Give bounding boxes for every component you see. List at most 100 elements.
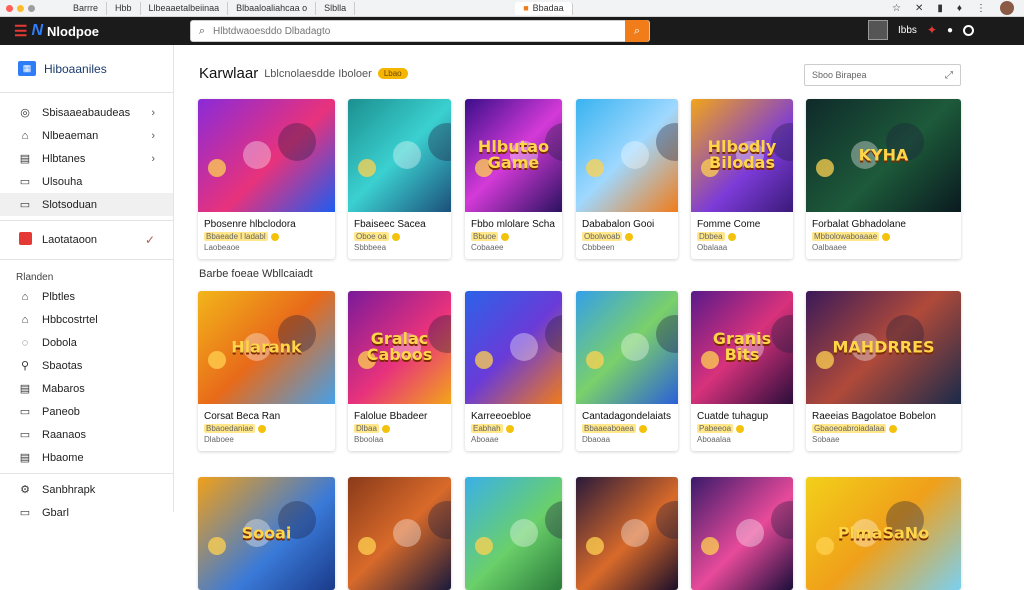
game-card[interactable]: Hlarank Corsat Beca Ran Bbaoedaniae Dlaboee — [198, 291, 335, 451]
search-input[interactable] — [213, 25, 625, 37]
game-card[interactable]: Hlbodly Bilodas Fomme Come Dbbea Obalaaa — [691, 99, 793, 259]
game-card[interactable]: KYHA Forbalat Gbhadolane Mbbolowaboaaae Oal… — [806, 99, 961, 259]
game-thumbnail[interactable]: Hlarank — [198, 291, 335, 404]
sidebar-item[interactable]: ▤ Hbaome — [0, 446, 173, 469]
sidebar-item[interactable]: ▤ Hlbtanes › — [0, 147, 173, 170]
game-card[interactable] — [576, 477, 678, 590]
game-thumbnail[interactable] — [576, 291, 678, 404]
game-card[interactable]: Fbaiseec Sacea Oboe oa Sbbbeea — [348, 99, 451, 259]
menu-icon[interactable]: ⋮ — [976, 3, 986, 14]
game-card[interactable]: Cantadagondelaiats Bbaaeaboaea Dbaoaa — [576, 291, 678, 451]
game-title[interactable]: Cantadagondelaiats — [576, 404, 678, 423]
game-card[interactable] — [691, 477, 793, 590]
tools-icon[interactable]: ▮ — [937, 3, 943, 14]
brand-logo[interactable]: ☰ N Nlodpoe — [14, 22, 99, 40]
game-card[interactable]: Karreeoebloe Eabhah Aboaae — [465, 291, 562, 451]
sidebar-item[interactable]: ⌂ Hbbcostrtel — [0, 308, 173, 331]
content-search[interactable]: Sboo Birapea ⤢ — [804, 64, 961, 86]
game-thumbnail[interactable] — [465, 291, 562, 404]
game-card[interactable] — [348, 477, 451, 590]
browser-tab[interactable]: Blbaaloaliahcaa o — [228, 1, 317, 15]
game-title[interactable]: Fomme Come — [691, 212, 793, 231]
search-button[interactable]: ⌕ — [625, 20, 649, 42]
game-card[interactable]: Pbosenre hlbclodora Bbaeade l ladabl Laobe… — [198, 99, 335, 259]
divider — [0, 220, 173, 221]
game-card[interactable] — [465, 477, 562, 590]
game-card[interactable]: Dababalon Gooi Obolwoab Cbbbeen — [576, 99, 678, 259]
game-card[interactable]: Granis Bits Cuatde tuhagup Pabeeoa Aboaalaa — [691, 291, 793, 451]
sidebar-item[interactable]: ◎ Sbisaaeabaudeas › — [0, 101, 173, 124]
game-thumbnail[interactable] — [465, 477, 562, 590]
sidebar-item-label: Raanaos — [42, 428, 87, 441]
game-thumbnail[interactable]: KYHA — [806, 99, 961, 212]
game-meta: Obolwoab — [576, 231, 678, 242]
expand-icon[interactable]: ⤢ — [945, 70, 953, 81]
reload-icon[interactable] — [28, 4, 35, 12]
checkmark-icon: ✓ — [144, 233, 155, 247]
game-card[interactable]: Gralac Caboos Falolue Bbadeer Dlbaa Bboolaa — [348, 291, 451, 451]
game-title[interactable]: Pbosenre hlbclodora — [198, 212, 335, 231]
game-thumbnail[interactable] — [348, 99, 451, 212]
sidebar-item[interactable]: ⌂ Nlbeaeman › — [0, 124, 173, 147]
content-search-input[interactable]: Sboo Birapea — [812, 70, 867, 80]
game-title[interactable]: Fbaiseec Sacea — [348, 212, 451, 231]
browser-tab[interactable]: Barrre — [65, 1, 108, 15]
game-meta: Dbbea — [691, 231, 793, 242]
account-icon[interactable] — [963, 24, 974, 36]
game-title[interactable]: Cuatde tuhagup — [691, 404, 793, 423]
game-thumbnail[interactable]: Sooai — [198, 477, 335, 590]
game-thumbnail[interactable] — [576, 99, 678, 212]
game-thumbnail[interactable] — [198, 99, 335, 212]
game-thumbnail[interactable] — [348, 477, 451, 590]
browser-tab[interactable]: Slblla — [316, 1, 356, 15]
sidebar-item[interactable]: ▭ Raanaos — [0, 423, 173, 446]
extension-icon[interactable]: ✕ — [915, 3, 923, 14]
lock-icon[interactable]: ● — [947, 25, 953, 36]
game-card[interactable]: PlmaSaNo — [806, 477, 961, 590]
sidebar-item[interactable]: ⌂ Plbtles — [0, 285, 173, 308]
bookmark-icon[interactable]: ☆ — [892, 3, 901, 14]
sidebar-item[interactable]: ▭ Gbarl — [0, 501, 173, 524]
close-window-icon[interactable] — [6, 4, 13, 12]
game-thumbnail[interactable]: Gralac Caboos — [348, 291, 451, 404]
sidebar-item[interactable]: ⚙ Sanbhrapk — [0, 478, 173, 501]
game-title[interactable]: Fbbo mlolare Scha — [465, 212, 562, 231]
game-provider: Bbaoedaniae — [204, 424, 256, 433]
game-title[interactable]: Forbalat Gbhadolane — [806, 212, 961, 231]
game-card[interactable]: Hlbutao Game Fbbo mlolare Scha Bbuoe Cobaae… — [465, 99, 562, 259]
game-thumbnail[interactable]: PlmaSaNo — [806, 477, 961, 590]
sidebar-item-selected[interactable]: ▭ Slotsoduan — [0, 193, 173, 216]
browser-tab[interactable]: Llbeaaetalbeiinaa — [141, 1, 229, 15]
browser-tab-active[interactable]: ■ Bbadaa — [515, 1, 573, 15]
game-art-title: Sooai — [241, 523, 292, 543]
game-thumbnail[interactable] — [691, 477, 793, 590]
sidebar-home[interactable]: ▦ Hiboaaniles — [0, 45, 173, 93]
user-avatar[interactable] — [867, 20, 888, 40]
sidebar-item[interactable]: ◌ Dobola — [0, 331, 173, 354]
game-thumbnail[interactable]: Hlbutao Game — [465, 99, 562, 212]
game-title[interactable]: Karreeoebloe — [465, 404, 562, 423]
sidebar-item-featured[interactable]: Laotataoon ✓ — [0, 225, 173, 255]
sidebar-item[interactable]: ▭ Paneob — [0, 400, 173, 423]
sidebar-item[interactable]: ⚲ Sbaotas — [0, 354, 173, 377]
game-thumbnail[interactable] — [576, 477, 678, 590]
sidebar-item[interactable]: ▭ Ulsouha — [0, 170, 173, 193]
flame-icon[interactable]: ✦ — [927, 23, 937, 37]
game-thumbnail[interactable]: Granis Bits — [691, 291, 793, 404]
profile-avatar[interactable] — [1000, 1, 1014, 15]
game-meta: Gbaoeoabroiadalaa — [806, 423, 961, 434]
game-thumbnail[interactable]: Hlbodly Bilodas — [691, 99, 793, 212]
user-label[interactable]: Ibbs — [898, 25, 917, 36]
game-title[interactable]: Falolue Bbadeer — [348, 404, 451, 423]
game-title[interactable]: Raeeias Bagolatoe Bobelon — [806, 404, 961, 423]
game-card[interactable]: MAHDRRES Raeeias Bagolatoe Bobelon Gbaoeoa… — [806, 291, 961, 451]
notification-icon[interactable]: ♦ — [957, 3, 962, 14]
game-title[interactable]: Dababalon Gooi — [576, 212, 678, 231]
game-card[interactable]: Sooai — [198, 477, 335, 590]
sidebar-item[interactable]: ▤ Mabaros — [0, 377, 173, 400]
hamburger-menu-icon[interactable]: ☰ — [14, 22, 27, 40]
browser-tab[interactable]: Hbb — [107, 1, 141, 15]
minimize-window-icon[interactable] — [17, 4, 24, 12]
game-title[interactable]: Corsat Beca Ran — [198, 404, 335, 423]
game-thumbnail[interactable]: MAHDRRES — [806, 291, 961, 404]
